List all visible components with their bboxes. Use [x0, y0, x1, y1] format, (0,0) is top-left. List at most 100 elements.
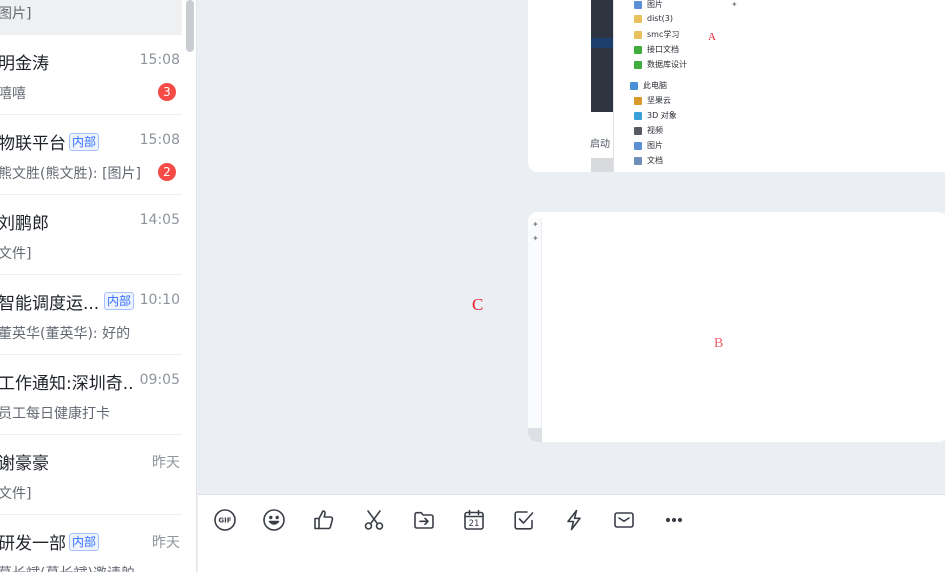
unread-badge: 2 [158, 163, 176, 181]
conversation-name-text: 研发一部 [0, 534, 66, 554]
explorer-tree-label: smc学习 [647, 30, 680, 39]
conversation-item[interactable]: 刘鹏郎 14:05 文件] [0, 195, 182, 275]
video-icon [634, 126, 642, 135]
screenshot-dark-panel [591, 0, 615, 112]
explorer-tree-label: 此电脑 [643, 81, 667, 90]
mail-button[interactable] [610, 506, 638, 534]
conversation-name-text: 物联平台 [0, 134, 66, 154]
conversation-item[interactable]: 智能调度运... 内部 10:10 董英华(董英华): 好的 [0, 275, 182, 355]
more-button[interactable] [660, 506, 688, 534]
computer-icon [630, 81, 638, 90]
like-button[interactable] [310, 506, 338, 534]
conversation-name: 智能调度运... [0, 289, 99, 314]
conversation-name: 工作通知:深圳奇... [0, 369, 134, 394]
conversation-item[interactable]: 图片] [0, 0, 182, 35]
explorer-tree-label: 数据库设计 [647, 60, 687, 69]
explorer-tree-label: 接口文档 [647, 45, 679, 54]
annotation-letter-b: B [714, 336, 724, 351]
explorer-tree-item: 视频 [634, 125, 663, 136]
conversation-time: 14:05 [139, 212, 180, 228]
explorer-tree-item: smc学习 [634, 29, 679, 40]
conversation-name-text: 谢豪豪 [0, 454, 49, 474]
document-icon [634, 156, 642, 165]
pin-icon: ✦ [532, 234, 539, 243]
conversation-name-text: 明金涛 [0, 54, 49, 74]
screenshot-button[interactable] [360, 506, 388, 534]
conversation-preview: 董英华(董英华): 好的 [0, 326, 131, 342]
task-button[interactable] [510, 506, 538, 534]
conversation-item[interactable]: 谢豪豪 昨天 文件] [0, 435, 182, 515]
gif-icon: GIF [214, 509, 236, 531]
quick-action-button[interactable] [560, 506, 588, 534]
conversation-name: 刘鹏郎 [0, 209, 49, 234]
explorer-tree-item: 3D 对象 [634, 110, 677, 121]
refresh-folder-icon [634, 60, 642, 69]
conversation-item[interactable]: 工作通知:深圳奇... 09:05 员工每日健康打卡 [0, 355, 182, 435]
explorer-tree-label: 文档 [647, 156, 663, 165]
picture-icon [634, 0, 642, 9]
calendar-button[interactable]: 21 [460, 506, 488, 534]
explorer-tree-label: 视频 [647, 126, 663, 135]
send-file-button[interactable] [410, 506, 438, 534]
explorer-tree-item: 数据库设计 [634, 59, 687, 70]
explorer-tree-label: 坚果云 [647, 96, 671, 105]
conversation-name: 明金涛 [0, 49, 49, 74]
unread-badge: 3 [158, 83, 176, 101]
explorer-tree-item: 接口文档 [634, 44, 679, 55]
conversation-item[interactable]: 物联平台 内部 15:08 熊文胜(熊文胜): [图片] 2 [0, 115, 182, 195]
envelope-icon [614, 512, 634, 528]
checkbox-icon [514, 511, 534, 530]
calendar-icon: 21 [464, 509, 484, 530]
conversation-item[interactable]: 研发一部内部 昨天 葛长斌(葛长斌)邀请舶 [0, 515, 182, 572]
explorer-tree-item: 文档 [634, 155, 663, 166]
gif-button[interactable]: GIF [211, 506, 239, 534]
conversation-list: 图片] 明金涛 15:08 嘻嘻 3 物联平台 内部 15:08 熊文胜(熊文胜)… [0, 0, 197, 572]
conversation-item[interactable]: 明金涛 15:08 嘻嘻 3 [0, 35, 182, 115]
conversation-list-scrollbar[interactable] [186, 0, 194, 52]
conversation-name: 物联平台 内部 [0, 129, 100, 154]
refresh-folder-icon [634, 45, 642, 54]
conversation-preview: 图片] [0, 6, 32, 22]
folder-arrow-icon [414, 511, 434, 529]
conversation-time: 15:08 [139, 52, 180, 68]
picture-icon [634, 141, 642, 150]
image-corner [528, 428, 542, 442]
explorer-tree-item: 图片 [634, 140, 663, 151]
image-left-edge [528, 218, 542, 434]
gif-label: GIF [218, 517, 231, 525]
chat-message-area: 启动 ✦ A 图片 dist(3) smc学习接口文档数据库设计此电脑坚果云 3D 对… [198, 0, 945, 494]
conversation-time: 昨天 [152, 535, 180, 551]
internal-tag: 内部 [69, 532, 100, 551]
emoji-button[interactable] [260, 506, 288, 534]
explorer-tree-item: 图片 [634, 0, 663, 10]
screenshot-gray-block [591, 158, 615, 172]
conversation-preview: 熊文胜(熊文胜): [图片] [0, 166, 142, 182]
conversation-name-text: 智能调度运... [0, 294, 100, 314]
folder-icon [634, 14, 642, 23]
cube-icon [634, 111, 642, 120]
annotation-letter-a: A [708, 31, 716, 43]
message-composer[interactable]: GIF 21 [198, 494, 945, 572]
calendar-day: 21 [469, 519, 480, 529]
screenshot-file-explorer: ✦ A 图片 dist(3) smc学习接口文档数据库设计此电脑坚果云 3D 对象视频… [613, 0, 945, 172]
conversation-name-text: 刘鹏郎 [0, 214, 49, 234]
lightning-icon [567, 509, 581, 531]
internal-tag: 内部 [69, 132, 100, 151]
smiley-icon [263, 509, 285, 531]
nut-cloud-icon [634, 96, 642, 105]
conversation-name: 研发一部 内部 [0, 529, 100, 554]
more-icon [665, 517, 683, 523]
pin-icon: ✦ [731, 0, 738, 9]
conversation-preview: 员工每日健康打卡 [0, 406, 110, 422]
explorer-tree-label: 图片 [647, 0, 663, 9]
conversation-time: 15:08 [139, 132, 180, 148]
image-message-bottom[interactable]: ✦ ✦ B [528, 212, 945, 442]
explorer-tree-item: dist(3) [634, 14, 673, 23]
conversation-time: 09:05 [139, 372, 180, 388]
annotation-letter-c: C [472, 295, 484, 314]
conversation-name-text: 工作通知:深圳奇... [0, 374, 134, 394]
conversation-preview: 文件] [0, 486, 32, 502]
screenshot-startup-label: 启动 [590, 139, 610, 150]
explorer-tree-label: 3D 对象 [647, 111, 677, 120]
conversation-preview: 文件] [0, 246, 32, 262]
